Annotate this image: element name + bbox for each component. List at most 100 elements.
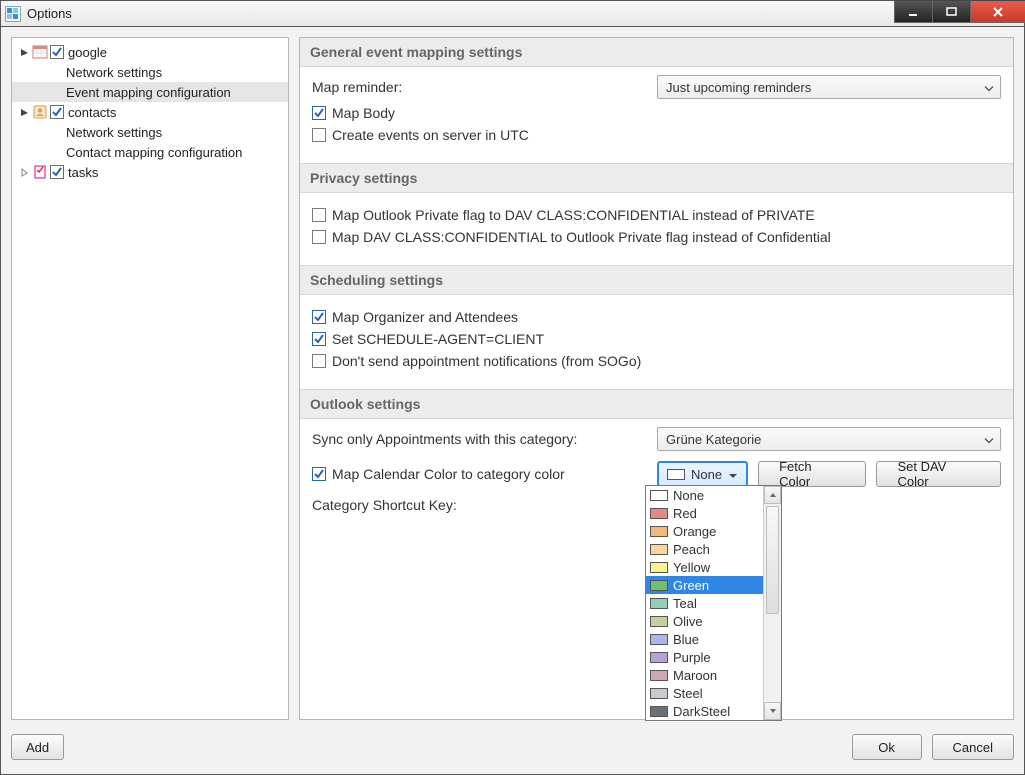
- color-option[interactable]: Olive: [646, 612, 763, 630]
- tree-checkbox[interactable]: [50, 105, 64, 119]
- close-button[interactable]: [970, 0, 1025, 23]
- color-swatch: [650, 508, 668, 519]
- contacts-icon: [32, 104, 48, 120]
- window-title: Options: [27, 6, 72, 21]
- scroll-up-icon[interactable]: [764, 486, 781, 504]
- expander-icon[interactable]: [18, 46, 30, 58]
- map-reminder-label: Map reminder:: [312, 79, 657, 95]
- color-option[interactable]: DarkSteel: [646, 702, 763, 720]
- cancel-button[interactable]: Cancel: [932, 734, 1014, 760]
- color-option[interactable]: Teal: [646, 594, 763, 612]
- tree-panel[interactable]: google Network settings Event mapping co…: [11, 37, 289, 720]
- fetch-color-button[interactable]: Fetch Color: [758, 461, 866, 487]
- color-swatch: [650, 490, 668, 501]
- tree-child-network[interactable]: Network settings: [12, 122, 288, 142]
- ok-button[interactable]: Ok: [852, 734, 922, 760]
- color-swatch: [650, 562, 668, 573]
- privacy-opt1-label: Map Outlook Private flag to DAV CLASS:CO…: [332, 207, 815, 223]
- color-option[interactable]: None: [646, 486, 763, 504]
- settings-panel: General event mapping settings Map remin…: [299, 37, 1014, 720]
- expander-icon[interactable]: [18, 166, 30, 178]
- tree-child-contactmap[interactable]: Contact mapping configuration: [12, 142, 288, 162]
- create-utc-checkbox[interactable]: [312, 128, 326, 142]
- color-option[interactable]: Orange: [646, 522, 763, 540]
- tree-checkbox[interactable]: [50, 45, 64, 59]
- color-option-label: Steel: [673, 686, 703, 701]
- select-value: Grüne Kategorie: [666, 432, 761, 447]
- sched-opt3-checkbox[interactable]: [312, 354, 326, 368]
- tree-child-network[interactable]: Network settings: [12, 62, 288, 82]
- map-body-checkbox[interactable]: [312, 106, 326, 120]
- sched-opt2-label: Set SCHEDULE-AGENT=CLIENT: [332, 331, 544, 347]
- color-option-label: Maroon: [673, 668, 717, 683]
- map-color-label: Map Calendar Color to category color: [332, 466, 565, 482]
- section-header-scheduling: Scheduling settings: [300, 265, 1013, 295]
- tree-checkbox[interactable]: [50, 165, 64, 179]
- color-swatch: [650, 634, 668, 645]
- color-swatch: [650, 688, 668, 699]
- tree-node-tasks[interactable]: tasks: [12, 162, 288, 182]
- color-option-label: Peach: [673, 542, 710, 557]
- scroll-down-icon[interactable]: [764, 702, 781, 720]
- scrollbar[interactable]: [763, 486, 781, 720]
- color-swatch: [650, 580, 668, 591]
- tree-label: tasks: [68, 165, 98, 180]
- color-option[interactable]: Red: [646, 504, 763, 522]
- privacy-opt2-label: Map DAV CLASS:CONFIDENTIAL to Outlook Pr…: [332, 229, 831, 245]
- color-swatch: [667, 469, 685, 480]
- tasks-icon: [32, 164, 48, 180]
- sched-opt2-checkbox[interactable]: [312, 332, 326, 346]
- color-option-label: Purple: [673, 650, 711, 665]
- section-header-privacy: Privacy settings: [300, 163, 1013, 193]
- color-option[interactable]: Maroon: [646, 666, 763, 684]
- tree-label: contacts: [68, 105, 116, 120]
- color-option-label: Olive: [673, 614, 703, 629]
- color-option[interactable]: Purple: [646, 648, 763, 666]
- color-option[interactable]: Yellow: [646, 558, 763, 576]
- color-dropdown[interactable]: None Red Orange Peach YellowGreen Teal Olive Bl…: [645, 485, 782, 721]
- tree-node-contacts[interactable]: contacts: [12, 102, 288, 122]
- sched-opt1-label: Map Organizer and Attendees: [332, 309, 518, 325]
- app-icon: [5, 6, 21, 22]
- tree-child-eventmap[interactable]: Event mapping configuration: [12, 82, 288, 102]
- color-swatch: [650, 598, 668, 609]
- sync-cat-label: Sync only Appointments with this categor…: [312, 431, 657, 447]
- section-header-general: General event mapping settings: [300, 38, 1013, 67]
- privacy-opt2-checkbox[interactable]: [312, 230, 326, 244]
- privacy-opt1-checkbox[interactable]: [312, 208, 326, 222]
- color-option-label: Yellow: [673, 560, 710, 575]
- titlebar: Options: [0, 0, 1025, 26]
- color-option-label: Teal: [673, 596, 697, 611]
- expander-icon[interactable]: [18, 106, 30, 118]
- map-color-checkbox[interactable]: [312, 467, 326, 481]
- maximize-button[interactable]: [932, 0, 970, 23]
- color-option-label: Red: [673, 506, 697, 521]
- color-option[interactable]: Green: [646, 576, 763, 594]
- color-swatch: [650, 544, 668, 555]
- map-body-label: Map Body: [332, 105, 395, 121]
- tree-node-google[interactable]: google: [12, 42, 288, 62]
- sched-opt1-checkbox[interactable]: [312, 310, 326, 324]
- add-button[interactable]: Add: [11, 734, 64, 760]
- map-reminder-select[interactable]: Just upcoming reminders: [657, 75, 1001, 99]
- color-option[interactable]: Blue: [646, 630, 763, 648]
- chevron-down-icon: [984, 80, 994, 95]
- calendar-icon: [32, 44, 48, 60]
- scroll-thumb[interactable]: [766, 506, 779, 614]
- color-select-button[interactable]: None: [657, 461, 748, 487]
- chevron-down-icon: [728, 467, 738, 482]
- chevron-down-icon: [984, 432, 994, 447]
- minimize-button[interactable]: [894, 0, 932, 23]
- color-option[interactable]: Peach: [646, 540, 763, 558]
- color-swatch: [650, 706, 668, 717]
- color-swatch: [650, 616, 668, 627]
- color-option-label: Orange: [673, 524, 716, 539]
- bottom-bar: Add Ok Cancel: [11, 730, 1014, 764]
- sched-opt3-label: Don't send appointment notifications (fr…: [332, 353, 641, 369]
- color-option-label: Blue: [673, 632, 699, 647]
- create-utc-label: Create events on server in UTC: [332, 127, 529, 143]
- color-option[interactable]: Steel: [646, 684, 763, 702]
- select-value: Just upcoming reminders: [666, 80, 811, 95]
- sync-cat-select[interactable]: Grüne Kategorie: [657, 427, 1001, 451]
- set-dav-color-button[interactable]: Set DAV Color: [876, 461, 1001, 487]
